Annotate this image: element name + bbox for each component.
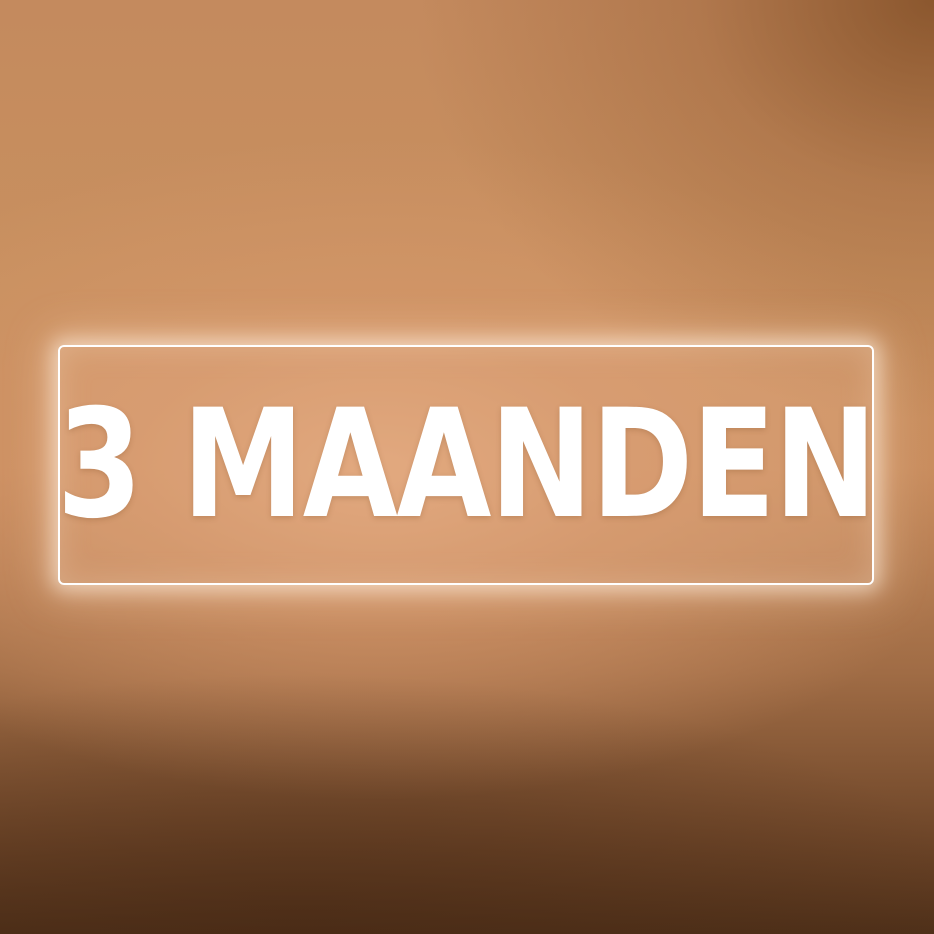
duration-label: 3 MAANDEN: [56, 378, 877, 552]
glowing-label-box: 3 MAANDEN: [56, 345, 877, 585]
background-canvas: 3 MAANDEN: [0, 0, 934, 934]
